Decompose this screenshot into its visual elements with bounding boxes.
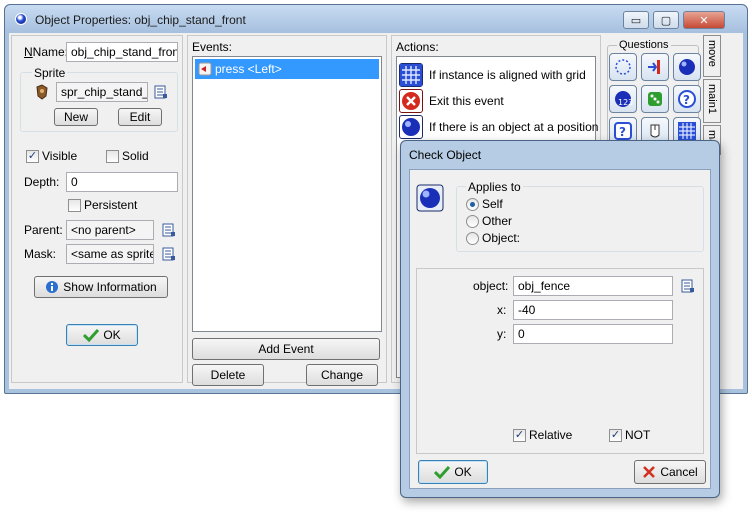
action-label: If instance is aligned with grid bbox=[429, 68, 586, 82]
event-label: press <Left> bbox=[215, 62, 282, 76]
svg-text:?: ? bbox=[619, 125, 626, 139]
object-field-input[interactable]: obj_fence bbox=[513, 276, 673, 296]
check-collision-icon[interactable] bbox=[641, 53, 669, 81]
svg-text:?: ? bbox=[683, 93, 690, 107]
test-chance-icon[interactable] bbox=[641, 85, 669, 113]
sprite-thumbnail-icon bbox=[34, 84, 50, 100]
not-checkbox[interactable]: ✓ bbox=[609, 429, 622, 442]
check-object-icon[interactable] bbox=[673, 53, 701, 81]
mask-field[interactable]: <same as sprite> bbox=[66, 244, 154, 264]
object-ball-icon bbox=[399, 115, 423, 139]
show-information-label: Show Information bbox=[63, 280, 157, 294]
depth-input[interactable]: 0 bbox=[66, 172, 178, 192]
change-event-button[interactable]: Change bbox=[306, 364, 378, 386]
window-title: Object Properties: obj_chip_stand_front bbox=[35, 13, 246, 27]
show-information-button[interactable]: Show Information bbox=[34, 276, 168, 298]
applies-to-title: Applies to bbox=[466, 180, 523, 194]
actions-header: Actions: bbox=[396, 40, 439, 54]
persistent-checkbox[interactable] bbox=[68, 199, 81, 212]
solid-label: Solid bbox=[122, 149, 149, 163]
dialog-cancel-label: Cancel bbox=[660, 465, 698, 479]
tab-move[interactable]: move bbox=[703, 35, 721, 77]
object-radio[interactable] bbox=[466, 232, 479, 245]
list-item[interactable]: press <Left> bbox=[195, 59, 379, 79]
list-item[interactable]: Exit this event bbox=[397, 89, 595, 113]
object-radio-label: Object: bbox=[482, 231, 521, 245]
questions-group-title: Questions bbox=[617, 39, 671, 51]
maximize-button[interactable]: ▢ bbox=[653, 11, 679, 29]
action-label: If there is an object at a position bbox=[429, 120, 599, 134]
list-item[interactable]: If instance is aligned with grid bbox=[397, 63, 595, 87]
self-label: Self bbox=[482, 197, 503, 211]
checkmark-icon bbox=[434, 465, 451, 479]
dialog-client-area: Applies to Self Other Object: object: ob… bbox=[409, 169, 711, 489]
tab-main1[interactable]: main1 bbox=[703, 79, 721, 123]
cancel-x-icon bbox=[643, 466, 656, 478]
keypress-icon bbox=[198, 62, 212, 76]
events-panel: Events: press <Left> Add Event Delete Ch… bbox=[187, 35, 387, 386]
ok-button[interactable]: OK bbox=[66, 324, 138, 346]
events-list[interactable]: press <Left> bbox=[192, 56, 382, 332]
properties-panel: NName: obj_chip_stand_front Sprite spr_c… bbox=[11, 35, 183, 383]
info-icon bbox=[46, 281, 59, 293]
mask-label: Mask: bbox=[24, 247, 57, 261]
solid-checkbox[interactable] bbox=[106, 150, 119, 163]
object-ball-icon bbox=[416, 184, 444, 212]
action-library-panel: Questions 123 ? ? bbox=[605, 35, 703, 155]
mask-menu-icon[interactable] bbox=[162, 247, 176, 261]
delete-event-button[interactable]: Delete bbox=[192, 364, 264, 386]
self-radio[interactable] bbox=[466, 198, 479, 211]
arguments-panel: object: obj_fence x: -40 y: 0 ✓ Relative… bbox=[416, 268, 704, 454]
tab-label: main1 bbox=[706, 84, 718, 114]
events-header: Events: bbox=[192, 40, 233, 54]
object-menu-icon[interactable] bbox=[681, 279, 695, 293]
not-label: NOT bbox=[625, 428, 651, 442]
new-sprite-button[interactable]: New bbox=[54, 108, 98, 126]
relative-checkbox[interactable]: ✓ bbox=[513, 429, 526, 442]
y-input[interactable]: 0 bbox=[513, 324, 673, 344]
x-input[interactable]: -40 bbox=[513, 300, 673, 320]
grid-icon bbox=[399, 63, 423, 87]
depth-label: Depth: bbox=[24, 175, 60, 189]
x-label: x: bbox=[497, 303, 507, 317]
dialog-ok-label: OK bbox=[454, 465, 472, 479]
name-input[interactable]: obj_chip_stand_front bbox=[66, 42, 178, 62]
svg-text:123: 123 bbox=[618, 98, 633, 107]
sprite-menu-icon[interactable] bbox=[154, 85, 168, 99]
name-label: NName: bbox=[24, 45, 69, 59]
action-label: Exit this event bbox=[429, 94, 504, 108]
other-label: Other bbox=[482, 214, 513, 228]
visible-checkbox[interactable]: ✓ bbox=[26, 150, 39, 163]
check-object-dialog: Check Object Applies to Self Other Objec… bbox=[400, 140, 720, 498]
sprite-group-title: Sprite bbox=[32, 66, 68, 80]
relative-label: Relative bbox=[529, 428, 573, 442]
add-event-button[interactable]: Add Event bbox=[192, 338, 380, 360]
object-field-label: object: bbox=[473, 279, 509, 293]
dialog-cancel-button[interactable]: Cancel bbox=[634, 460, 706, 484]
y-label: y: bbox=[497, 327, 507, 341]
sprite-field[interactable]: spr_chip_stand_fr bbox=[56, 82, 148, 102]
visible-label: Visible bbox=[42, 149, 78, 163]
title-bar[interactable]: Object Properties: obj_chip_stand_front … bbox=[5, 5, 747, 33]
parent-field[interactable]: <no parent> bbox=[66, 220, 154, 240]
close-button[interactable]: ✕ bbox=[683, 11, 725, 29]
checkmark-icon bbox=[83, 328, 100, 342]
app-icon bbox=[15, 13, 27, 25]
exit-icon bbox=[399, 89, 423, 113]
tab-label: move bbox=[706, 40, 718, 67]
persistent-label: Persistent bbox=[84, 198, 138, 212]
minimize-button[interactable]: ▭ bbox=[623, 11, 649, 29]
ok-label: OK bbox=[103, 328, 121, 342]
test-instance-count-icon[interactable]: 123 bbox=[609, 85, 637, 113]
parent-menu-icon[interactable] bbox=[162, 223, 176, 237]
check-question-icon[interactable]: ? bbox=[673, 85, 701, 113]
other-radio[interactable] bbox=[466, 215, 479, 228]
parent-label: Parent: bbox=[24, 223, 63, 237]
dialog-ok-button[interactable]: OK bbox=[418, 460, 488, 484]
check-empty-icon[interactable] bbox=[609, 53, 637, 81]
dialog-title: Check Object bbox=[409, 148, 482, 162]
list-item[interactable]: If there is an object at a position bbox=[397, 115, 599, 139]
edit-sprite-button[interactable]: Edit bbox=[118, 108, 162, 126]
